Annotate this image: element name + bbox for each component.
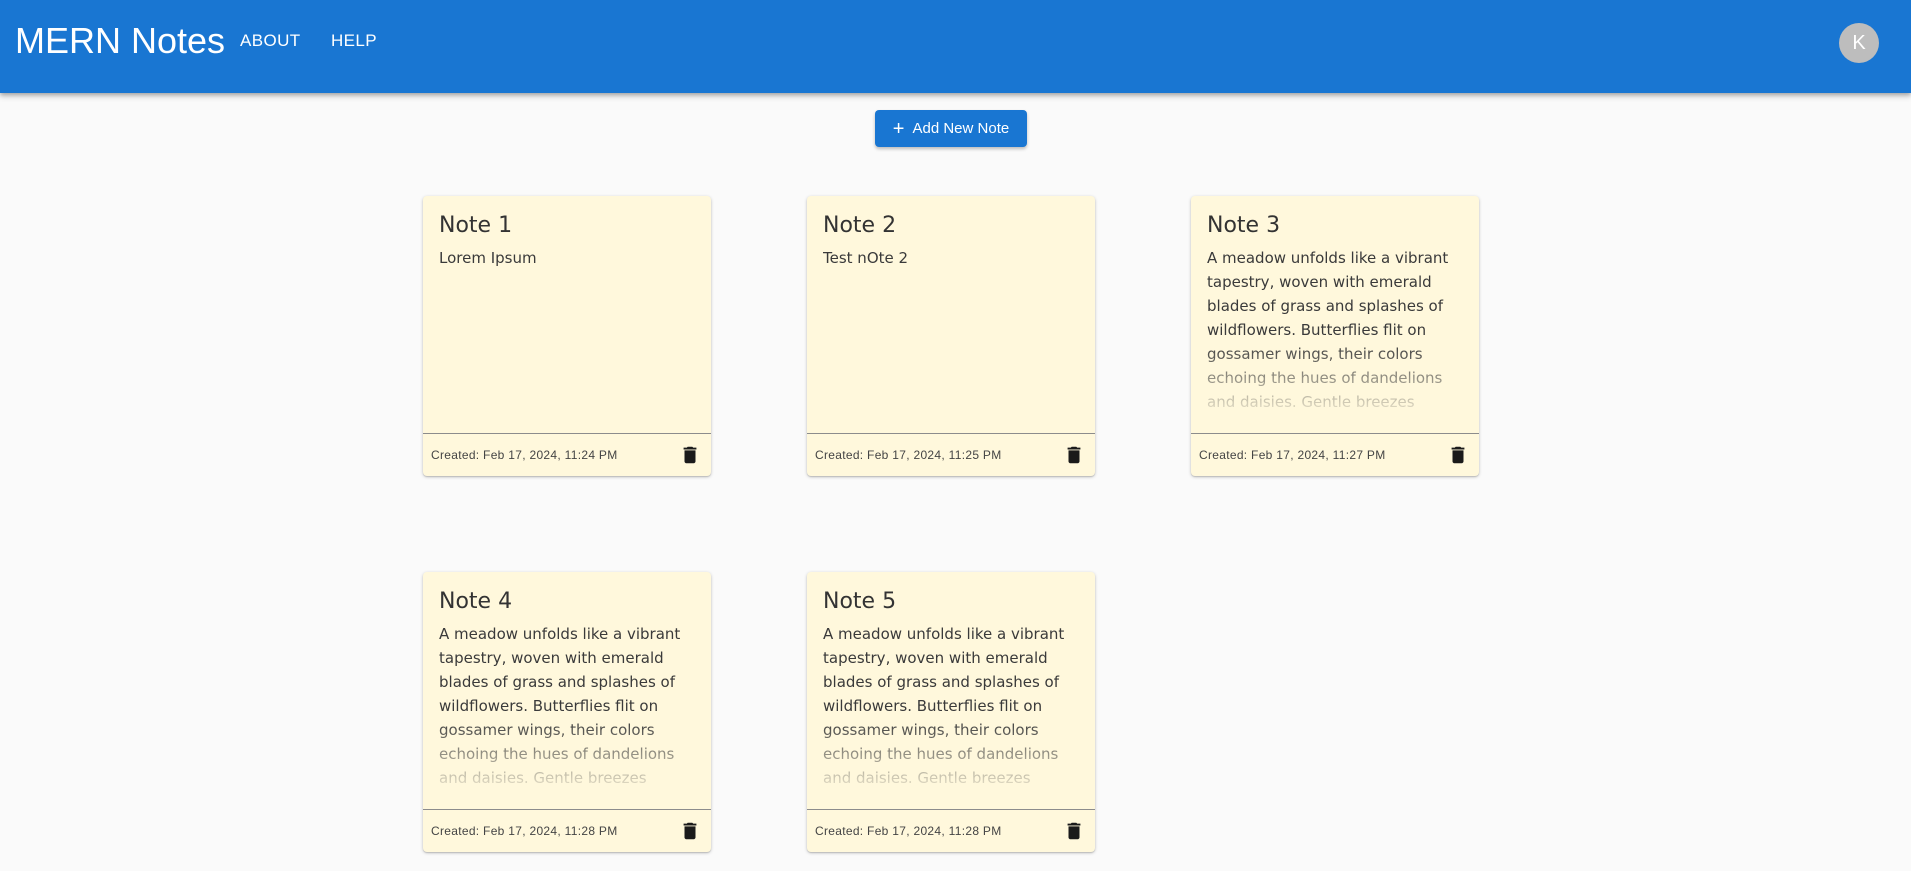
note-created-date: Created: Feb 17, 2024, 11:28 PM — [815, 824, 1002, 838]
delete-icon[interactable] — [1063, 820, 1085, 842]
note-card[interactable]: Note 5 A meadow unfolds like a vibrant t… — [807, 572, 1095, 852]
user-avatar[interactable]: K — [1839, 23, 1879, 63]
note-card[interactable]: Note 4 A meadow unfolds like a vibrant t… — [423, 572, 711, 852]
note-title: Note 5 — [823, 589, 897, 614]
note-card[interactable]: Note 1 Lorem Ipsum Created: Feb 17, 2024… — [423, 196, 711, 476]
note-title: Note 4 — [439, 589, 513, 614]
note-footer: Created: Feb 17, 2024, 11:24 PM — [423, 433, 711, 476]
note-body: A meadow unfolds like a vibrant tapestry… — [439, 625, 681, 787]
note-card[interactable]: Note 3 A meadow unfolds like a vibrant t… — [1191, 196, 1479, 476]
delete-icon[interactable] — [1447, 444, 1469, 466]
app-title[interactable]: MERN Notes — [15, 20, 225, 62]
delete-icon[interactable] — [1063, 444, 1085, 466]
note-body: Lorem Ipsum — [439, 249, 537, 267]
note-footer: Created: Feb 17, 2024, 11:27 PM — [1191, 433, 1479, 476]
note-title: Note 1 — [439, 213, 513, 238]
note-title: Note 3 — [1207, 213, 1281, 238]
delete-icon[interactable] — [679, 444, 701, 466]
note-body: A meadow unfolds like a vibrant tapestry… — [823, 625, 1065, 787]
note-created-date: Created: Feb 17, 2024, 11:25 PM — [815, 448, 1002, 462]
note-created-date: Created: Feb 17, 2024, 11:28 PM — [431, 824, 618, 838]
nav-about-link[interactable]: ABOUT — [240, 31, 301, 51]
note-body: Test nOte 2 — [823, 249, 909, 267]
note-footer: Created: Feb 17, 2024, 11:28 PM — [807, 809, 1095, 852]
note-card[interactable]: Note 2 Test nOte 2 Created: Feb 17, 2024… — [807, 196, 1095, 476]
app-bar: MERN Notes ABOUT HELP K — [0, 0, 1911, 93]
note-title: Note 2 — [823, 213, 897, 238]
add-new-note-button[interactable]: + Add New Note — [875, 110, 1027, 147]
note-created-date: Created: Feb 17, 2024, 11:27 PM — [1199, 448, 1386, 462]
plus-icon: + — [892, 117, 905, 140]
nav-help-link[interactable]: HELP — [331, 31, 377, 51]
add-new-note-label: Add New Note — [912, 120, 1010, 137]
note-created-date: Created: Feb 17, 2024, 11:24 PM — [431, 448, 618, 462]
note-footer: Created: Feb 17, 2024, 11:28 PM — [423, 809, 711, 852]
note-footer: Created: Feb 17, 2024, 11:25 PM — [807, 433, 1095, 476]
note-body: A meadow unfolds like a vibrant tapestry… — [1207, 249, 1449, 411]
delete-icon[interactable] — [679, 820, 701, 842]
